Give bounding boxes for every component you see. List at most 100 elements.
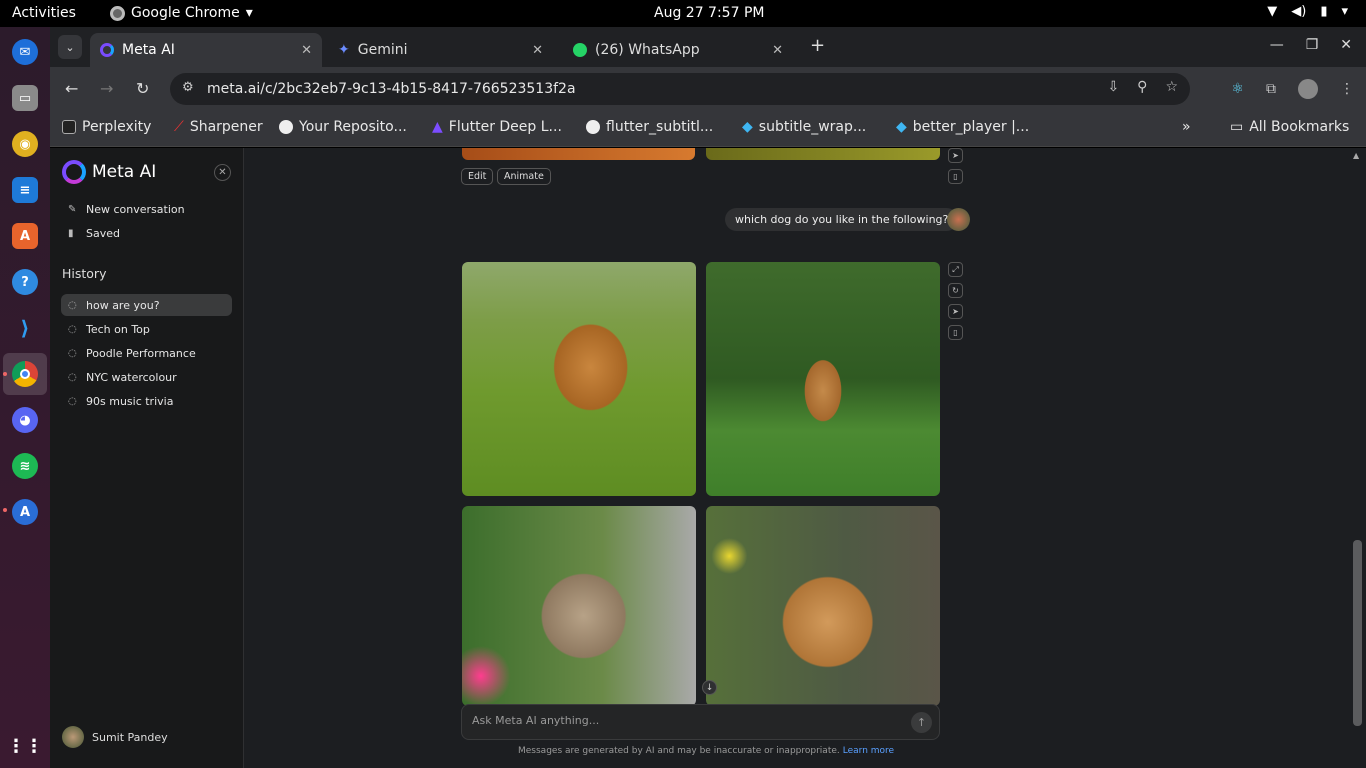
chat-bubble-icon: ◌: [68, 395, 77, 407]
github-icon: [586, 120, 600, 134]
saved-button[interactable]: ▮ Saved: [61, 222, 232, 244]
all-bookmarks[interactable]: ▭ All Bookmarks: [1230, 119, 1349, 135]
tab-meta-ai[interactable]: Meta AI ✕: [90, 33, 322, 67]
generated-image-dog-running-2[interactable]: [706, 262, 940, 496]
history-item[interactable]: ◌ 90s music trivia: [61, 390, 232, 412]
react-devtools-icon[interactable]: ⚛: [1231, 81, 1244, 97]
learn-more-link[interactable]: Learn more: [843, 746, 894, 756]
bookmark-icon[interactable]: ▯: [948, 169, 963, 184]
chat-bubble-icon: ◌: [68, 323, 77, 335]
history-item[interactable]: ◌ Poodle Performance: [61, 342, 232, 364]
regenerate-icon[interactable]: ↻: [948, 283, 963, 298]
tab-gemini[interactable]: ✦ Gemini ✕: [328, 33, 553, 67]
rhythmbox-icon[interactable]: ◉: [12, 131, 38, 157]
avatar: [62, 726, 84, 748]
new-tab-button[interactable]: +: [810, 35, 825, 56]
edit-icon: ✎: [68, 203, 77, 215]
app-grid-icon[interactable]: ⋮⋮: [7, 733, 43, 759]
writer-icon[interactable]: ≡: [12, 177, 38, 203]
scroll-down-icon[interactable]: ↓: [702, 680, 717, 695]
share-icon[interactable]: ➤: [948, 304, 963, 319]
bookmark-icon[interactable]: ▯: [948, 325, 963, 340]
tab-title: Gemini: [357, 42, 408, 58]
extensions-icon[interactable]: ⧉: [1266, 81, 1276, 97]
folder-icon: ▭: [1230, 119, 1244, 135]
system-tray[interactable]: ▼ ◀) ▮ ▾: [1267, 4, 1348, 19]
minimize-icon[interactable]: —: [1270, 37, 1284, 53]
install-app-icon[interactable]: ⇩: [1107, 79, 1119, 95]
discord-icon[interactable]: ◕: [12, 407, 38, 433]
software-icon[interactable]: A: [12, 223, 38, 249]
generated-image-puppy[interactable]: [706, 506, 940, 706]
meta-ai-icon: [100, 43, 114, 57]
avatar: [947, 208, 970, 231]
message-input[interactable]: [472, 714, 892, 727]
new-conversation-button[interactable]: ✎ New conversation: [61, 198, 232, 220]
maximize-icon[interactable]: ❐: [1306, 37, 1319, 53]
omnibox-actions: ⇩ ⚲ ☆: [1107, 79, 1178, 95]
updater-icon[interactable]: A: [12, 499, 38, 525]
site-info-icon[interactable]: ⚙: [182, 80, 194, 95]
bookmark-flutter-deep[interactable]: ▲ Flutter Deep L...: [432, 119, 562, 135]
perplexity-icon: [62, 120, 76, 134]
bookmark-flutter-subtitle[interactable]: flutter_subtitl...: [586, 119, 713, 135]
bookmark-star-icon[interactable]: ☆: [1165, 79, 1178, 95]
forward-icon[interactable]: →: [100, 79, 113, 98]
chat-bubble-icon: ◌: [68, 347, 77, 359]
profile-avatar[interactable]: [1298, 79, 1318, 99]
clock[interactable]: Aug 27 7:57 PM: [654, 5, 764, 21]
chrome-icon: [110, 5, 125, 21]
generated-image-dog-running-1[interactable]: [462, 262, 696, 496]
user-profile[interactable]: Sumit Pandey: [62, 726, 168, 748]
expand-icon[interactable]: ⤢: [948, 262, 963, 277]
close-icon[interactable]: ✕: [772, 43, 783, 58]
thunderbird-icon[interactable]: ✉: [12, 39, 38, 65]
bookmark-better-player[interactable]: ◆ better_player |...: [896, 119, 1029, 135]
bookmark-icon: ▮: [68, 227, 74, 239]
url-text[interactable]: meta.ai/c/2bc32eb7-9c13-4b15-8417-766523…: [207, 81, 576, 97]
share-icon[interactable]: ➤: [948, 148, 963, 163]
bookmark-perplexity[interactable]: Perplexity: [62, 119, 151, 135]
previous-image-1[interactable]: [462, 148, 695, 160]
help-icon[interactable]: ?: [12, 269, 38, 295]
edit-button[interactable]: Edit: [461, 168, 494, 185]
collapse-sidebar-icon[interactable]: ✕: [214, 164, 231, 181]
close-icon[interactable]: ✕: [301, 43, 312, 58]
bookmark-sharpener[interactable]: ⟋ Sharpener: [174, 119, 263, 135]
reload-icon[interactable]: ↻: [136, 79, 149, 98]
spotify-icon[interactable]: ≋: [12, 453, 38, 479]
disclaimer: Messages are generated by AI and may be …: [518, 746, 895, 756]
back-icon[interactable]: ←: [65, 79, 78, 98]
history-item[interactable]: ◌ how are you?: [61, 294, 232, 316]
tab-whatsapp[interactable]: (26) WhatsApp ✕: [563, 33, 793, 67]
tab-search-button[interactable]: ⌄: [58, 35, 82, 59]
send-arrow-icon[interactable]: ↑: [911, 712, 932, 733]
app-menu[interactable]: Google Chrome ▾: [110, 5, 253, 21]
chat-bubble-icon: ◌: [68, 371, 77, 383]
vscode-icon[interactable]: ⟩: [12, 315, 38, 341]
history-item[interactable]: ◌ Tech on Top: [61, 318, 232, 340]
page-scrollbar[interactable]: ▲: [1350, 148, 1366, 768]
animate-button[interactable]: Animate: [497, 168, 551, 185]
menu-icon[interactable]: ⋮: [1340, 81, 1354, 97]
address-bar[interactable]: ⚙ meta.ai/c/2bc32eb7-9c13-4b15-8417-7665…: [170, 73, 1190, 105]
zoom-icon[interactable]: ⚲: [1137, 79, 1147, 95]
previous-image-2[interactable]: [706, 148, 940, 160]
generated-image-dog-curly[interactable]: [462, 506, 696, 706]
scroll-up-icon[interactable]: ▲: [1353, 151, 1359, 160]
caret-down-icon: ▾: [1341, 4, 1348, 19]
files-icon[interactable]: ▭: [12, 85, 38, 111]
bookmark-subtitle-wrap[interactable]: ◆ subtitle_wrap...: [742, 119, 866, 135]
activities-button[interactable]: Activities: [12, 5, 76, 21]
scrollbar-thumb[interactable]: [1353, 540, 1362, 726]
meta-ai-page: Meta AI ✕ ✎ New conversation ▮ Saved His…: [50, 148, 1366, 768]
chrome-icon[interactable]: [12, 361, 38, 387]
close-window-icon[interactable]: ✕: [1340, 37, 1352, 53]
dart-icon: ◆: [896, 119, 907, 135]
more-bookmarks-icon[interactable]: »: [1182, 119, 1191, 135]
close-icon[interactable]: ✕: [532, 43, 543, 58]
history-item[interactable]: ◌ NYC watercolour: [61, 366, 232, 388]
meta-ai-logo[interactable]: Meta AI: [62, 160, 156, 184]
bookmark-repositories[interactable]: Your Reposito...: [279, 119, 407, 135]
tab-strip: ⌄ Meta AI ✕ ✦ Gemini ✕ (26) WhatsApp ✕ +…: [50, 27, 1366, 67]
